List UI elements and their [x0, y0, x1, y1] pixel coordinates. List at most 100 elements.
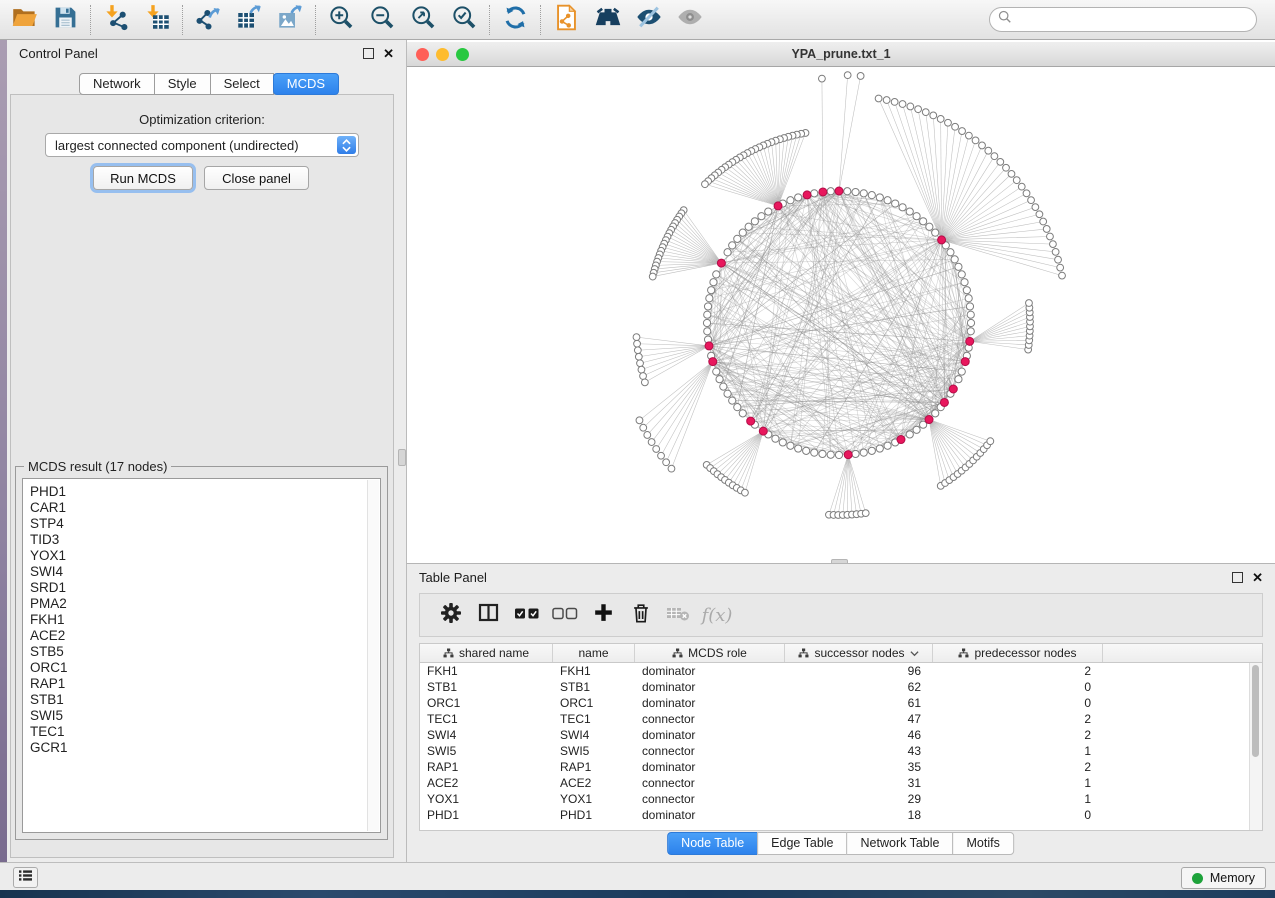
select-all-button[interactable]: [508, 597, 546, 633]
mcds-result-item[interactable]: ORC1: [30, 660, 380, 676]
add-column-button[interactable]: [584, 597, 622, 633]
zoom-fit-button[interactable]: [403, 3, 444, 37]
mcds-result-item[interactable]: SRD1: [30, 580, 380, 596]
mcds-result-item[interactable]: PMA2: [30, 596, 380, 612]
cell: 29: [785, 792, 933, 806]
network-from-selection-button[interactable]: [546, 3, 587, 37]
find-button[interactable]: [587, 3, 628, 37]
column-header-shared-name[interactable]: shared name: [420, 644, 553, 662]
table-row[interactable]: SWI4SWI4dominator462: [420, 727, 1262, 743]
table-row[interactable]: SWI5SWI5connector431: [420, 743, 1262, 759]
mcds-result-item[interactable]: TEC1: [30, 724, 380, 740]
mcds-result-item[interactable]: YOX1: [30, 548, 380, 564]
open-session-button[interactable]: [4, 3, 45, 37]
zoom-out-button[interactable]: [362, 3, 403, 37]
mcds-result-item[interactable]: STB1: [30, 692, 380, 708]
table-header-row[interactable]: shared namenameMCDS rolesuccessor nodesp…: [420, 644, 1262, 663]
export-image-button[interactable]: [270, 3, 311, 37]
tab-network-table[interactable]: Network Table: [847, 832, 954, 855]
table-row[interactable]: TEC1TEC1connector472: [420, 711, 1262, 727]
table-row[interactable]: PHD1PHD1dominator180: [420, 807, 1262, 823]
mcds-result-item[interactable]: SWI4: [30, 564, 380, 580]
cell: 46: [785, 728, 933, 742]
table-row[interactable]: YOX1YOX1connector291: [420, 791, 1262, 807]
table-settings-button[interactable]: [432, 597, 470, 633]
delete-table-icon: [666, 604, 692, 627]
zoom-in-icon: [328, 4, 355, 36]
save-session-button[interactable]: [45, 3, 86, 37]
column-header-MCDS-role[interactable]: MCDS role: [635, 644, 785, 662]
column-header-successor-nodes[interactable]: successor nodes: [785, 644, 933, 662]
mcds-list-scrollbar[interactable]: [367, 480, 379, 831]
close-panel-icon[interactable]: ✕: [383, 49, 394, 58]
tab-style[interactable]: Style: [154, 73, 211, 95]
export-network-icon: [195, 4, 222, 36]
mcds-result-item[interactable]: FKH1: [30, 612, 380, 628]
delete-column-button[interactable]: [622, 597, 660, 633]
list-icon: [18, 869, 33, 887]
table-scrollbar[interactable]: [1249, 663, 1262, 830]
table-row[interactable]: STB1STB1dominator620: [420, 679, 1262, 695]
mcds-result-list[interactable]: PHD1CAR1STP4TID3YOX1SWI4SRD1PMA2FKH1ACE2…: [22, 478, 381, 833]
delete-table-button: [660, 597, 698, 633]
mcds-result-item[interactable]: RAP1: [30, 676, 380, 692]
table-row[interactable]: ACE2ACE2connector311: [420, 775, 1262, 791]
control-panel: Control Panel ✕ NetworkStyleSelectMCDS O…: [7, 40, 406, 862]
task-history-button[interactable]: [13, 867, 38, 888]
column-header-predecessor-nodes[interactable]: predecessor nodes: [933, 644, 1103, 662]
mcds-result-item[interactable]: SWI5: [30, 708, 380, 724]
export-table-button[interactable]: [229, 3, 270, 37]
mcds-panel: Optimization criterion: largest connecte…: [10, 94, 394, 858]
mcds-result-item[interactable]: STP4: [30, 516, 380, 532]
tab-motifs[interactable]: Motifs: [952, 832, 1013, 855]
cell: connector: [635, 792, 785, 806]
tab-mcds[interactable]: MCDS: [273, 73, 339, 95]
zoom-in-button[interactable]: [321, 3, 362, 37]
network-window-titlebar[interactable]: YPA_prune.txt_1: [407, 42, 1275, 67]
function-builder-button: f(x): [698, 597, 736, 633]
table-row[interactable]: RAP1RAP1dominator352: [420, 759, 1262, 775]
node-table[interactable]: shared namenameMCDS rolesuccessor nodesp…: [419, 643, 1263, 831]
deselect-all-button[interactable]: [546, 597, 584, 633]
tab-edge-table[interactable]: Edge Table: [757, 832, 847, 855]
tab-node-table[interactable]: Node Table: [667, 832, 758, 855]
cell: FKH1: [420, 664, 553, 678]
show-all-icon: [676, 3, 704, 36]
mcds-result-item[interactable]: PHD1: [30, 484, 380, 500]
cell: 1: [933, 776, 1103, 790]
float-panel-icon[interactable]: [1232, 572, 1243, 583]
memory-button[interactable]: Memory: [1181, 867, 1266, 889]
table-scrollbar-thumb[interactable]: [1252, 665, 1259, 757]
float-panel-icon[interactable]: [363, 48, 374, 59]
import-network-button[interactable]: [96, 3, 137, 37]
import-table-button[interactable]: [137, 3, 178, 37]
cell: 0: [933, 808, 1103, 822]
show-all-button[interactable]: [669, 3, 710, 37]
close-panel-button[interactable]: Close panel: [204, 166, 309, 190]
apply-layout-button[interactable]: [495, 3, 536, 37]
close-panel-icon[interactable]: ✕: [1252, 573, 1263, 582]
zoom-selected-button[interactable]: [444, 3, 485, 37]
mcds-result-item[interactable]: STB5: [30, 644, 380, 660]
column-visibility-icon: [477, 601, 501, 630]
tab-network[interactable]: Network: [79, 73, 155, 95]
mcds-result-item[interactable]: CAR1: [30, 500, 380, 516]
table-row[interactable]: FKH1FKH1dominator962: [420, 663, 1262, 679]
cell: ORC1: [420, 696, 553, 710]
column-visibility-button[interactable]: [470, 597, 508, 633]
criterion-dropdown[interactable]: largest connected component (undirected): [45, 133, 359, 157]
export-network-button[interactable]: [188, 3, 229, 37]
tab-select[interactable]: Select: [210, 73, 274, 95]
mcds-result-item[interactable]: GCR1: [30, 740, 380, 756]
mcds-result-item[interactable]: ACE2: [30, 628, 380, 644]
mcds-result-item[interactable]: TID3: [30, 532, 380, 548]
search-field[interactable]: [989, 7, 1257, 32]
vertical-splitter[interactable]: [398, 449, 406, 466]
network-graph-canvas[interactable]: [407, 67, 1275, 562]
run-mcds-button[interactable]: Run MCDS: [93, 166, 193, 190]
search-input[interactable]: [1017, 11, 1256, 28]
table-toolbar: f(x): [419, 593, 1263, 637]
table-row[interactable]: ORC1ORC1dominator610: [420, 695, 1262, 711]
column-header-name[interactable]: name: [553, 644, 635, 662]
hide-selection-button[interactable]: [628, 3, 669, 37]
